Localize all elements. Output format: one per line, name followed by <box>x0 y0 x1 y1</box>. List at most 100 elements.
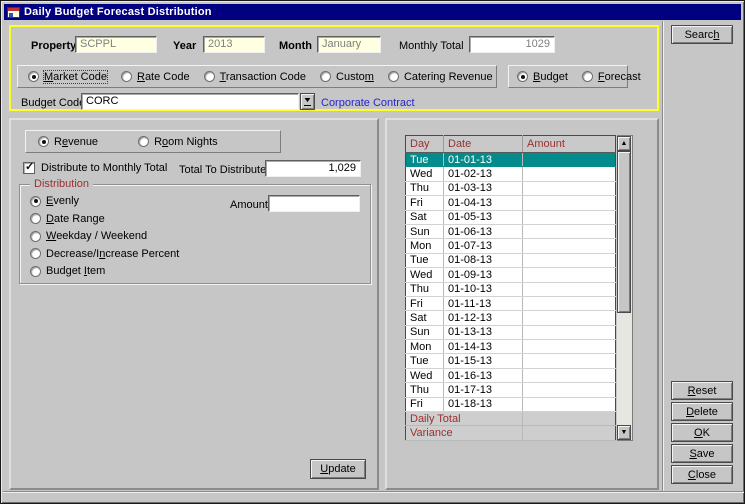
total-to-distribute-label: Total To Distribute <box>179 164 266 176</box>
amount-cell[interactable] <box>523 239 616 253</box>
amount-cell[interactable] <box>523 296 616 310</box>
date-cell: 01-14-13 <box>444 340 523 354</box>
app-icon <box>7 7 20 18</box>
distribution-settings-panel: Revenue Room Nights ✓ Distribute to Mont… <box>9 118 379 490</box>
table-header-row: Day Date Amount <box>406 136 616 153</box>
search-button[interactable]: Search <box>671 25 733 44</box>
distribution-radio-option[interactable]: Date Range <box>30 213 179 225</box>
amount-cell[interactable] <box>523 282 616 296</box>
date-column-header[interactable]: Date <box>444 136 523 153</box>
amount-cell[interactable] <box>523 397 616 411</box>
amount-cell[interactable] <box>523 311 616 325</box>
amount-cell[interactable] <box>523 196 616 210</box>
category-radio-option[interactable]: Custom <box>320 71 374 83</box>
category-radio-option[interactable]: Catering Revenue <box>388 71 493 83</box>
measure-radio-option[interactable]: Room Nights <box>138 136 218 148</box>
category-radio-option[interactable]: Transaction Code <box>204 71 306 83</box>
close-button[interactable]: Close <box>671 465 733 484</box>
year-field[interactable]: 2013 <box>203 36 265 53</box>
category-radio-option[interactable]: Market Code <box>28 71 107 83</box>
table-scrollbar[interactable]: ▲ ▼ <box>617 135 633 441</box>
day-cell: Thu <box>406 383 444 397</box>
table-row[interactable]: Thu 01-10-13 <box>406 282 616 296</box>
scroll-down-icon[interactable]: ▼ <box>617 425 631 440</box>
month-field[interactable]: January <box>317 36 381 53</box>
distribution-radio-option[interactable]: Evenly <box>30 195 179 207</box>
distribution-radio-option[interactable]: Weekday / Weekend <box>30 230 179 242</box>
table-row[interactable]: Sun 01-13-13 <box>406 325 616 339</box>
table-row[interactable]: Wed 01-09-13 <box>406 268 616 282</box>
day-column-header[interactable]: Day <box>406 136 444 153</box>
scroll-up-icon[interactable]: ▲ <box>617 136 631 151</box>
table-row[interactable]: Sat 01-05-13 <box>406 210 616 224</box>
update-button[interactable]: Update <box>310 459 366 479</box>
amount-cell[interactable] <box>523 368 616 382</box>
ok-button[interactable]: OK <box>671 423 733 442</box>
table-row[interactable]: Fri 01-18-13 <box>406 397 616 411</box>
scrollbar-thumb[interactable] <box>617 151 631 313</box>
table-row[interactable]: Sun 01-06-13 <box>406 224 616 238</box>
date-cell: 01-07-13 <box>444 239 523 253</box>
reset-button[interactable]: Reset <box>671 381 733 400</box>
side-panel-divider <box>662 21 664 491</box>
day-cell: Wed <box>406 268 444 282</box>
total-to-distribute-field[interactable]: 1,029 <box>265 160 361 177</box>
date-cell: 01-12-13 <box>444 311 523 325</box>
table-row[interactable]: Tue 01-08-13 <box>406 253 616 267</box>
distribution-radio-option[interactable]: Decrease/Increase Percent <box>30 248 179 260</box>
day-cell: Thu <box>406 282 444 296</box>
delete-button[interactable]: Delete <box>671 402 733 421</box>
distribution-radio-option[interactable]: Budget Item <box>30 265 179 277</box>
budget-code-value[interactable]: CORC <box>81 93 299 110</box>
mode-radio-group: Budget Forecast <box>508 65 628 88</box>
table-row[interactable]: Fri 01-04-13 <box>406 196 616 210</box>
footer-amount-cell <box>523 412 616 426</box>
amount-cell[interactable] <box>523 181 616 195</box>
amount-column-header[interactable]: Amount <box>523 136 616 153</box>
amount-cell[interactable] <box>523 354 616 368</box>
day-cell: Sat <box>406 311 444 325</box>
table-row[interactable]: Sat 01-12-13 <box>406 311 616 325</box>
mode-radio-option[interactable]: Budget <box>517 71 568 83</box>
combo-dropdown-button[interactable]: ▼ <box>300 93 315 110</box>
table-row[interactable]: Wed 01-02-13 <box>406 167 616 181</box>
table-row[interactable]: Tue 01-15-13 <box>406 354 616 368</box>
radio-icon <box>138 136 149 147</box>
month-label: Month <box>279 40 312 52</box>
check-icon: ✓ <box>25 160 34 173</box>
table-row[interactable]: Mon 01-07-13 <box>406 239 616 253</box>
table-row[interactable]: Fri 01-11-13 <box>406 296 616 310</box>
table-row[interactable]: Mon 01-14-13 <box>406 340 616 354</box>
amount-cell[interactable] <box>523 268 616 282</box>
scrollbar-track[interactable] <box>617 151 632 425</box>
mode-radio-option[interactable]: Forecast <box>582 71 641 83</box>
table-row[interactable]: Wed 01-16-13 <box>406 368 616 382</box>
distribute-checkbox[interactable]: ✓ <box>23 162 35 174</box>
day-cell: Fri <box>406 196 444 210</box>
daily-table-panel: Day Date Amount Tue 01-01-13 <box>385 118 659 490</box>
budget-code-description: Corporate Contract <box>321 97 415 109</box>
day-cell: Sun <box>406 325 444 339</box>
amount-field[interactable] <box>268 195 360 212</box>
amount-cell[interactable] <box>523 383 616 397</box>
amount-cell[interactable] <box>523 325 616 339</box>
amount-cell[interactable] <box>523 340 616 354</box>
category-radio-option[interactable]: Rate Code <box>121 71 190 83</box>
amount-cell[interactable] <box>523 167 616 181</box>
table-row[interactable]: Thu 01-03-13 <box>406 181 616 195</box>
save-button[interactable]: Save <box>671 444 733 463</box>
amount-cell[interactable] <box>523 210 616 224</box>
daily-budget-forecast-window: Daily Budget Forecast Distribution Prope… <box>0 0 745 504</box>
distribution-group: Distribution Evenly Date Range <box>19 184 371 284</box>
property-field[interactable]: SCPPL <box>75 36 157 53</box>
day-cell: Tue <box>406 153 444 167</box>
amount-cell[interactable] <box>523 224 616 238</box>
amount-cell[interactable] <box>523 253 616 267</box>
monthly-total-field[interactable]: 1029 <box>469 36 555 53</box>
amount-cell[interactable] <box>523 153 616 167</box>
measure-radio-option[interactable]: Revenue <box>38 136 98 148</box>
date-cell: 01-01-13 <box>444 153 523 167</box>
date-cell: 01-11-13 <box>444 296 523 310</box>
table-row[interactable]: Thu 01-17-13 <box>406 383 616 397</box>
table-row[interactable]: Tue 01-01-13 <box>406 153 616 167</box>
